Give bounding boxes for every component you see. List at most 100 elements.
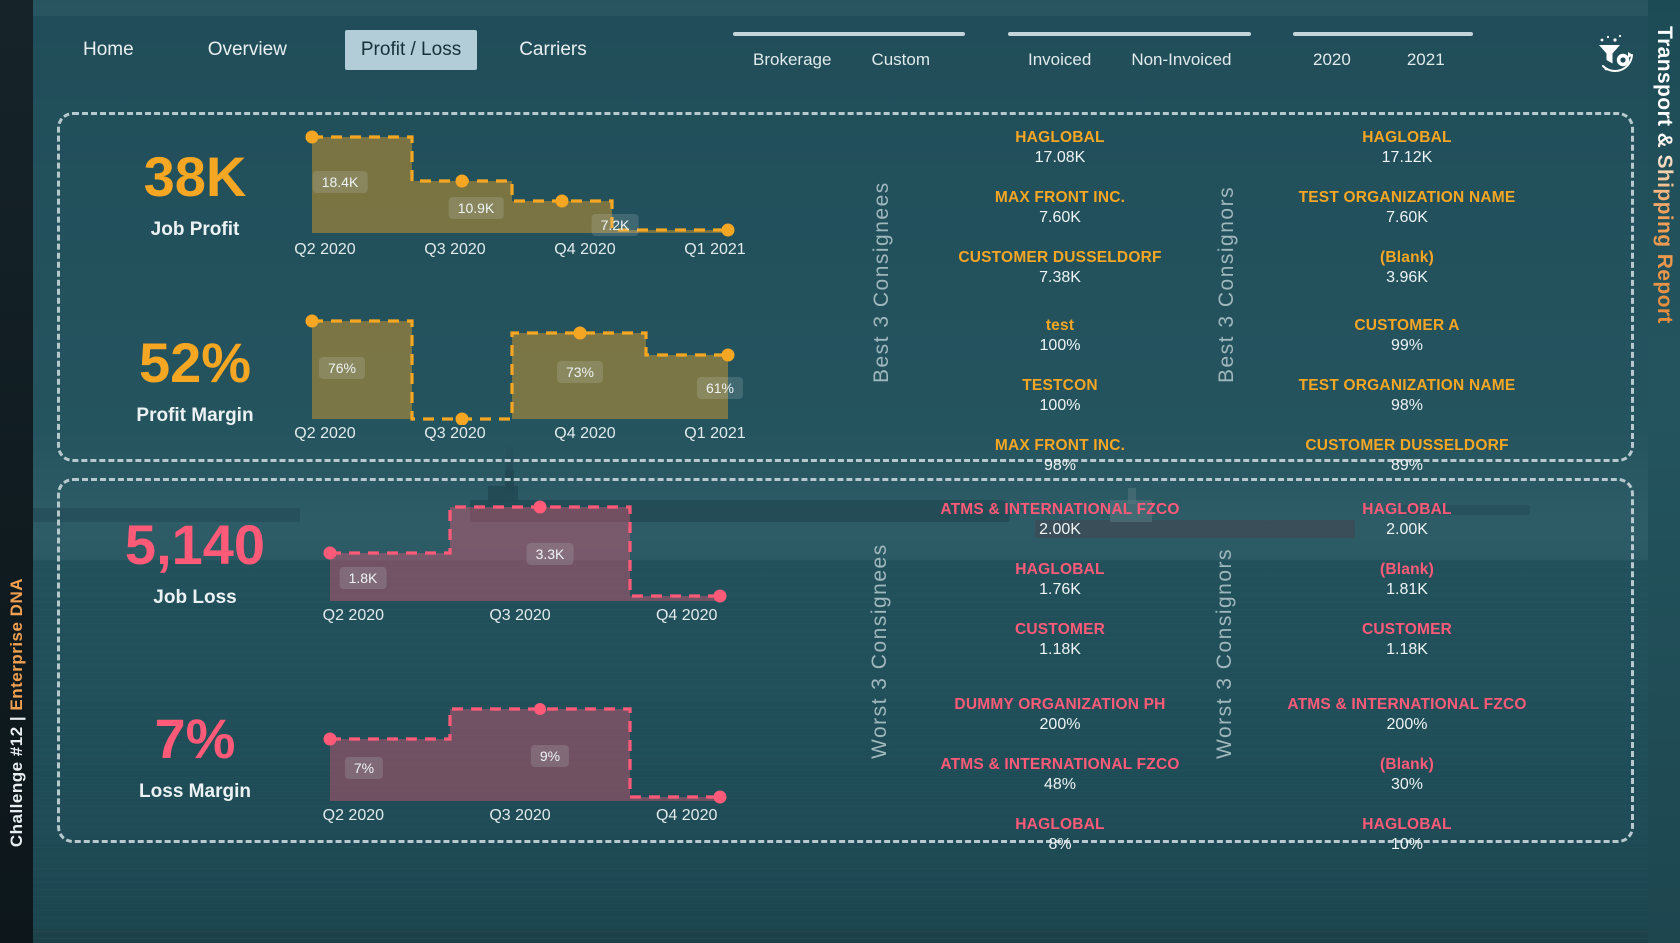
- rank-value: 99%: [1390, 337, 1424, 354]
- filter-option-2021[interactable]: 2021: [1387, 45, 1465, 75]
- rank-name: CUSTOMER DUSSELDORF: [958, 249, 1162, 266]
- list-item: ATMS & INTERNATIONAL FZCO 48%: [895, 756, 1225, 794]
- worst-consignees-margin-list: DUMMY ORGANIZATION PH 200% ATMS & INTERN…: [895, 696, 1225, 860]
- tab-home[interactable]: Home: [67, 30, 150, 70]
- list-item: (Blank) 3.96K: [1242, 249, 1572, 287]
- rank-name: TEST ORGANIZATION NAME: [1298, 377, 1516, 394]
- kpi-loss-margin: 7% Loss Margin: [80, 711, 310, 803]
- list-item: MAX FRONT INC. 7.60K: [895, 189, 1225, 227]
- loss-margin-point: [323, 732, 337, 746]
- list-item: CUSTOMER DUSSELDORF 7.38K: [895, 249, 1225, 287]
- list-item: DUMMY ORGANIZATION PH 200%: [895, 696, 1225, 734]
- rank-value: 1.18K: [1039, 641, 1081, 658]
- job-profit-axis: Q2 2020 Q3 2020 Q4 2020 Q1 2021: [260, 241, 780, 259]
- loss-margin-tick: Q4 2020: [655, 807, 718, 824]
- rank-value: 98%: [1043, 457, 1077, 474]
- filter-option-2020[interactable]: 2020: [1293, 45, 1371, 75]
- list-item: HAGLOBAL 1.76K: [895, 561, 1225, 599]
- chart-job-loss: 1.8K 3.3K Q2 2020 Q3 2020 Q4 2020: [300, 495, 740, 624]
- worst-consignors-margin-list: ATMS & INTERNATIONAL FZCO 200% (Blank) 3…: [1242, 696, 1572, 860]
- loss-margin-tick: Q2 2020: [322, 807, 385, 824]
- filter-reset-icon[interactable]: [1590, 32, 1642, 80]
- rank-name: MAX FRONT INC.: [994, 189, 1126, 206]
- rank-value: 89%: [1390, 457, 1424, 474]
- list-item: HAGLOBAL 17.08K: [895, 129, 1225, 167]
- rank-value: 8%: [1048, 836, 1072, 853]
- kpi-profit-margin-value: 52%: [138, 331, 252, 394]
- best-consignors-margin-list: CUSTOMER A 99% TEST ORGANIZATION NAME 98…: [1242, 317, 1572, 481]
- rank-value: 1.18K: [1386, 641, 1428, 658]
- tab-carriers[interactable]: Carriers: [503, 30, 603, 70]
- kpi-job-loss: 5,140 Job Loss: [80, 517, 310, 609]
- profit-panel: 38K Job Profit 18.4K 10.9K 7.2K Q2 2020: [57, 112, 1634, 474]
- rank-value: 2.00K: [1039, 521, 1081, 538]
- filter-option-non-invoiced[interactable]: Non-Invoiced: [1111, 45, 1251, 75]
- filter-year-bar: [1293, 32, 1473, 36]
- job-profit-label-q3-2020: 10.9K: [448, 197, 504, 219]
- rank-name: ATMS & INTERNATIONAL FZCO: [940, 756, 1180, 773]
- job-profit-point: [555, 194, 569, 208]
- rank-name: (Blank): [1380, 561, 1434, 578]
- rank-name: HAGLOBAL: [1015, 816, 1105, 833]
- rank-name: DUMMY ORGANIZATION PH: [954, 696, 1166, 713]
- rank-value: 200%: [1386, 716, 1428, 733]
- rank-name: test: [1045, 317, 1075, 334]
- worst-3-consignees-label: Worst 3 Consignees: [868, 543, 891, 759]
- challenge-credit: Challenge #12 | Enterprise DNA: [0, 503, 33, 923]
- loss-margin-label-q3-2020: 9%: [530, 745, 570, 767]
- kpi-job-profit-label: Job Profit: [150, 219, 240, 240]
- filter-option-invoiced[interactable]: Invoiced: [1008, 45, 1111, 75]
- filter-option-custom[interactable]: Custom: [851, 45, 950, 75]
- profit-margin-label-q1-2021: 61%: [696, 377, 744, 399]
- filter-year: 2020 2021: [1293, 32, 1473, 75]
- rank-name: (Blank): [1380, 756, 1434, 773]
- challenge-label: Challenge #12 |: [6, 711, 26, 848]
- list-item: ATMS & INTERNATIONAL FZCO 2.00K: [895, 501, 1225, 539]
- list-item: (Blank) 30%: [1242, 756, 1572, 794]
- profit-margin-tick: Q1 2021: [684, 425, 746, 442]
- profit-margin-area: [312, 321, 728, 419]
- profit-margin-tick: Q3 2020: [424, 425, 486, 442]
- tab-profit-loss[interactable]: Profit / Loss: [344, 30, 478, 70]
- rank-name: CUSTOMER: [1014, 621, 1105, 638]
- rank-value: 17.08K: [1034, 149, 1086, 166]
- rank-name: ATMS & INTERNATIONAL FZCO: [940, 501, 1180, 518]
- rank-value: 7.60K: [1386, 209, 1428, 226]
- job-loss-axis: Q2 2020 Q3 2020 Q4 2020: [270, 607, 770, 625]
- rank-value: 7.60K: [1039, 209, 1081, 226]
- rank-name: HAGLOBAL: [1362, 501, 1452, 518]
- job-loss-label-q3-2020: 3.3K: [526, 543, 574, 565]
- tab-overview[interactable]: Overview: [192, 30, 303, 70]
- profit-margin-tick: Q2 2020: [294, 425, 356, 442]
- profit-margin-label-q4-2020: 73%: [556, 361, 604, 383]
- kpi-profit-margin-label: Profit Margin: [136, 405, 254, 426]
- filter-option-brokerage[interactable]: Brokerage: [733, 45, 851, 75]
- rank-name: CUSTOMER: [1361, 621, 1452, 638]
- rank-value: 48%: [1043, 776, 1077, 793]
- rank-name: CUSTOMER A: [1354, 317, 1460, 334]
- filter-service-type-bar: [733, 32, 965, 36]
- best-3-consignees-label: Best 3 Consignees: [870, 181, 893, 383]
- rank-value: 30%: [1390, 776, 1424, 793]
- list-item: HAGLOBAL 17.12K: [1242, 129, 1572, 167]
- job-loss-label-q2-2020: 1.8K: [339, 567, 387, 589]
- kpi-job-loss-label: Job Loss: [153, 587, 237, 608]
- report-title-bar: Transport & Shipping Report: [1648, 0, 1680, 943]
- rank-name: HAGLOBAL: [1362, 129, 1452, 146]
- rank-value: 7.38K: [1039, 269, 1081, 286]
- list-item: TEST ORGANIZATION NAME 7.60K: [1242, 189, 1572, 227]
- rank-name: MAX FRONT INC.: [994, 437, 1126, 454]
- list-item: TESTCON 100%: [895, 377, 1225, 415]
- rank-name: HAGLOBAL: [1015, 129, 1105, 146]
- profit-margin-label-q2-2020: 76%: [318, 357, 366, 379]
- rank-value: 1.81K: [1386, 581, 1428, 598]
- filter-invoice-status: Invoiced Non-Invoiced: [1008, 32, 1251, 75]
- loss-margin-point: [534, 703, 546, 715]
- job-loss-point: [323, 546, 337, 560]
- job-profit-label-q2-2020: 18.4K: [312, 171, 368, 193]
- rank-value: 10%: [1390, 836, 1424, 853]
- report-title: Transport & Shipping Report: [1653, 26, 1676, 324]
- list-item: TEST ORGANIZATION NAME 98%: [1242, 377, 1572, 415]
- profit-margin-point: [721, 348, 735, 362]
- best-consignors-profit-list: HAGLOBAL 17.12K TEST ORGANIZATION NAME 7…: [1242, 129, 1572, 293]
